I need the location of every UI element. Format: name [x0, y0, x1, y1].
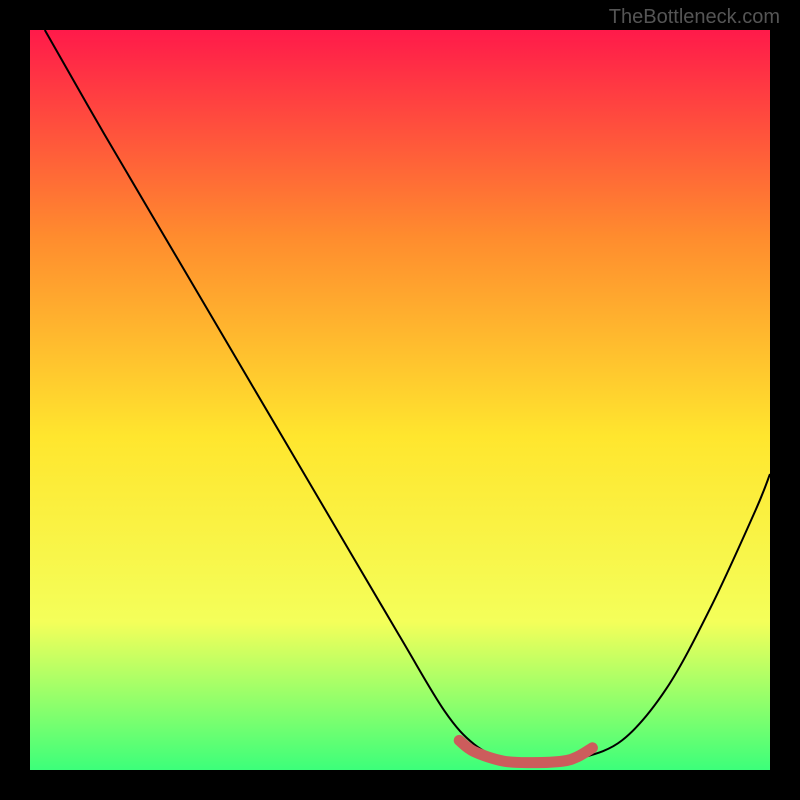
chart-container: TheBottleneck.com [0, 0, 800, 800]
plot-area [30, 30, 770, 770]
chart-svg [30, 30, 770, 770]
watermark-text: TheBottleneck.com [609, 6, 780, 29]
gradient-background [30, 30, 770, 770]
